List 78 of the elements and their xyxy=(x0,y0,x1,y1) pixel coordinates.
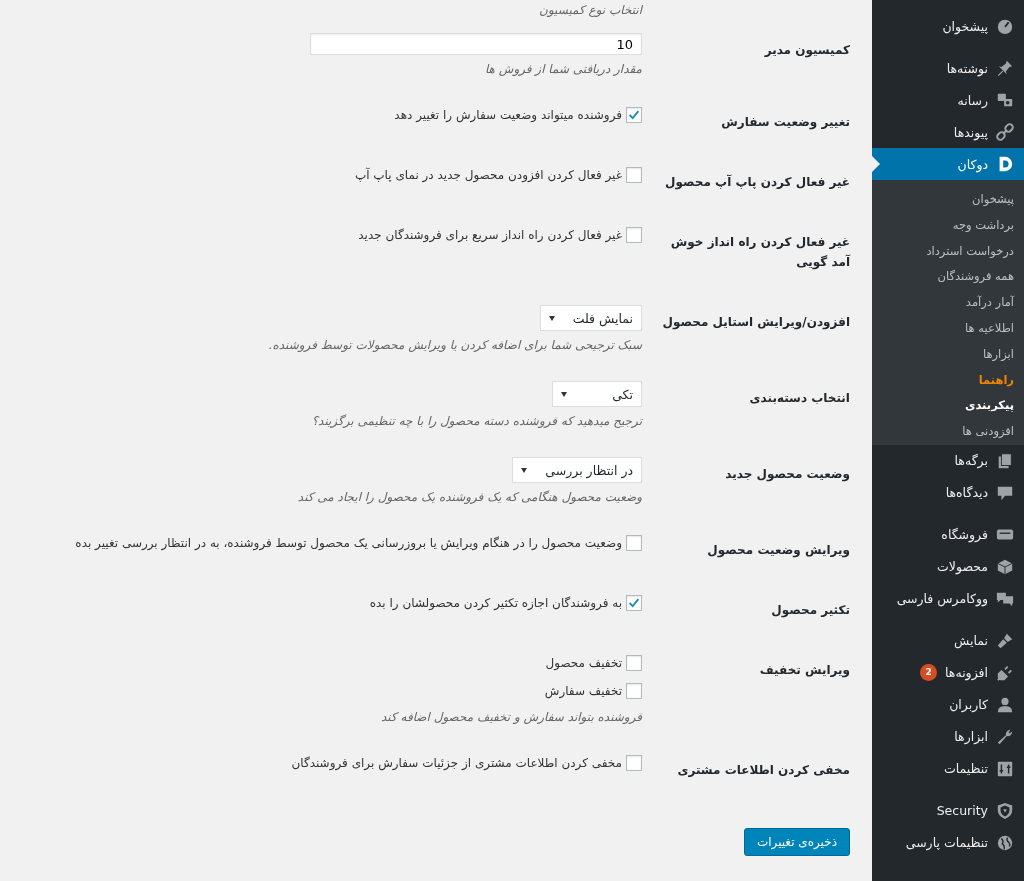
menu-item[interactable]: نوشته‌ها xyxy=(872,52,1024,84)
submenu-item[interactable]: ابزارها xyxy=(872,341,1024,368)
submenu-item[interactable]: برداشت وجه xyxy=(872,212,1024,239)
checkbox-label: به فروشندگان اجازه تکثیر کردن محصولشان را بده xyxy=(369,595,622,612)
menu-item[interactable]: کاربران xyxy=(872,688,1024,721)
sliders-icon xyxy=(996,759,1014,778)
link-icon xyxy=(996,123,1014,141)
submenu-item[interactable]: اطلاعیه ها xyxy=(872,316,1024,342)
menu-item[interactable]: فروشگاه xyxy=(872,518,1024,551)
menu-item[interactable]: ووکامرس فارسی xyxy=(872,582,1024,615)
text-field[interactable]: 10 xyxy=(310,33,642,55)
menu-item[interactable]: محصولات xyxy=(872,550,1024,583)
checkbox-label: تخفیف محصول xyxy=(545,655,622,672)
count-badge: 2 xyxy=(920,664,938,682)
field-description: سبک ترجیحی شما برای اضافه کردن یا ویرایش محصولات توسط فروشنده. xyxy=(267,337,642,354)
checkbox[interactable] xyxy=(626,535,642,551)
checkbox[interactable] xyxy=(626,167,642,183)
checkbox[interactable] xyxy=(626,595,642,611)
submenu-item[interactable]: پیکربندی xyxy=(872,393,1024,420)
globe-icon xyxy=(996,833,1014,852)
menu-item[interactable]: رسانه xyxy=(872,84,1024,116)
setting-label: ویرایش وضعیت محصول xyxy=(706,542,850,560)
media-icon xyxy=(996,91,1014,109)
shield-icon xyxy=(996,801,1014,820)
checkbox[interactable] xyxy=(626,655,642,671)
field-description: ترجیح میدهید که فروشنده دسته محصول را با چه تنظیمی برگزیند؟ xyxy=(310,413,642,430)
setting-label: وضعیت محصول جدید xyxy=(724,466,850,484)
field-description: انتخاب نوع کمیسیون xyxy=(538,2,642,19)
select-dropdown[interactable]: تکی xyxy=(552,381,642,407)
plug-icon xyxy=(996,663,1014,682)
setting-label: افزودن/ویرایش استایل محصول xyxy=(661,314,850,332)
checkbox-label: تخفیف سفارش xyxy=(544,683,622,701)
wrench-icon xyxy=(996,727,1014,746)
setting-label: غیر فعال کردن راه انداز خوش آمد گویی xyxy=(669,234,850,272)
setting-label: مخفی کردن اطلاعات مشتری xyxy=(676,762,850,779)
save-button[interactable]: ذخیره‌ی تغییرات xyxy=(743,828,850,856)
checkbox-label: وضعیت محصول را در هنگام ویرایش یا بروزرسانی یک محصول توسط فروشنده، به در انتظار بررسی تغییر بده xyxy=(75,535,622,553)
checkbox-label: غیر فعال کردن افزودن محصول جدید در نمای پاپ آپ xyxy=(354,166,622,185)
pin-icon xyxy=(996,59,1014,77)
submenu-item[interactable]: همه فروشندگان xyxy=(872,264,1024,291)
checkbox[interactable] xyxy=(626,227,642,243)
setting-label: تغییر وضعیت سفارش xyxy=(720,114,850,132)
checkbox-label: مخفی کردن اطلاعات مشتری از جزئیات سفارش برای فروشندگان xyxy=(291,755,622,773)
menu-item[interactable]: ابزارها xyxy=(872,720,1024,753)
menu-item[interactable]: پیوندها xyxy=(872,116,1024,148)
setting-label: غیر فعال کردن پاپ آپ محصول xyxy=(664,173,850,192)
brush-icon xyxy=(996,631,1014,650)
checkbox-label: غیر فعال کردن راه انداز سریع برای فروشندگان جدید xyxy=(358,227,622,245)
setting-label: ویرایش تخفیف xyxy=(758,662,850,680)
checkbox[interactable] xyxy=(626,683,642,699)
menu-item[interactable]: Security xyxy=(872,794,1024,827)
box-icon xyxy=(996,557,1014,576)
menu-item[interactable]: دیدگاه‌ها xyxy=(872,476,1024,509)
menu-item[interactable]: دوکان xyxy=(872,148,1024,180)
menu-item[interactable]: تنظیمات xyxy=(872,752,1024,785)
checkbox[interactable] xyxy=(626,107,642,123)
menu-item[interactable]: نمایش xyxy=(872,624,1024,657)
select-dropdown[interactable]: در انتظار بررسی xyxy=(512,457,642,483)
field-description: مقدار دریافتی شما از فروش ها xyxy=(483,61,642,78)
checkbox[interactable] xyxy=(626,755,642,771)
menu-item[interactable]: پیشخوان xyxy=(872,10,1024,42)
gauge-icon xyxy=(996,17,1014,35)
submenu-item[interactable]: آمار درآمد xyxy=(872,290,1024,316)
submenu-item[interactable]: درخواست استرداد xyxy=(872,238,1024,265)
field-description: وضعیت محصول هنگامی که یک فروشنده یک محصول را ایجاد می کند xyxy=(296,489,642,506)
submenu-item[interactable]: افزودنی ها xyxy=(872,419,1024,445)
menu-item[interactable]: تنظیمات پارسی xyxy=(872,826,1024,859)
menu-item[interactable]: برگه‌ها xyxy=(872,444,1024,477)
setting-label: کمیسیون مدیر xyxy=(763,42,850,60)
setting-label: انتخاب دسته‌بندی xyxy=(748,390,850,407)
field-description: فروشنده بتواند سفارش و تخفیف محصول اضافه کند xyxy=(380,709,642,726)
submenu-item[interactable]: راهنما xyxy=(872,367,1024,394)
submenu-item[interactable]: پیشخوان xyxy=(872,187,1024,213)
select-dropdown[interactable]: نمایش فلت xyxy=(539,305,642,331)
setting-label: تکثیر محصول xyxy=(770,602,850,620)
checkbox-label: فروشنده میتواند وضعیت سفارش را تغییر دهد xyxy=(394,107,622,125)
user-icon xyxy=(996,695,1014,714)
pages-icon xyxy=(996,451,1014,470)
